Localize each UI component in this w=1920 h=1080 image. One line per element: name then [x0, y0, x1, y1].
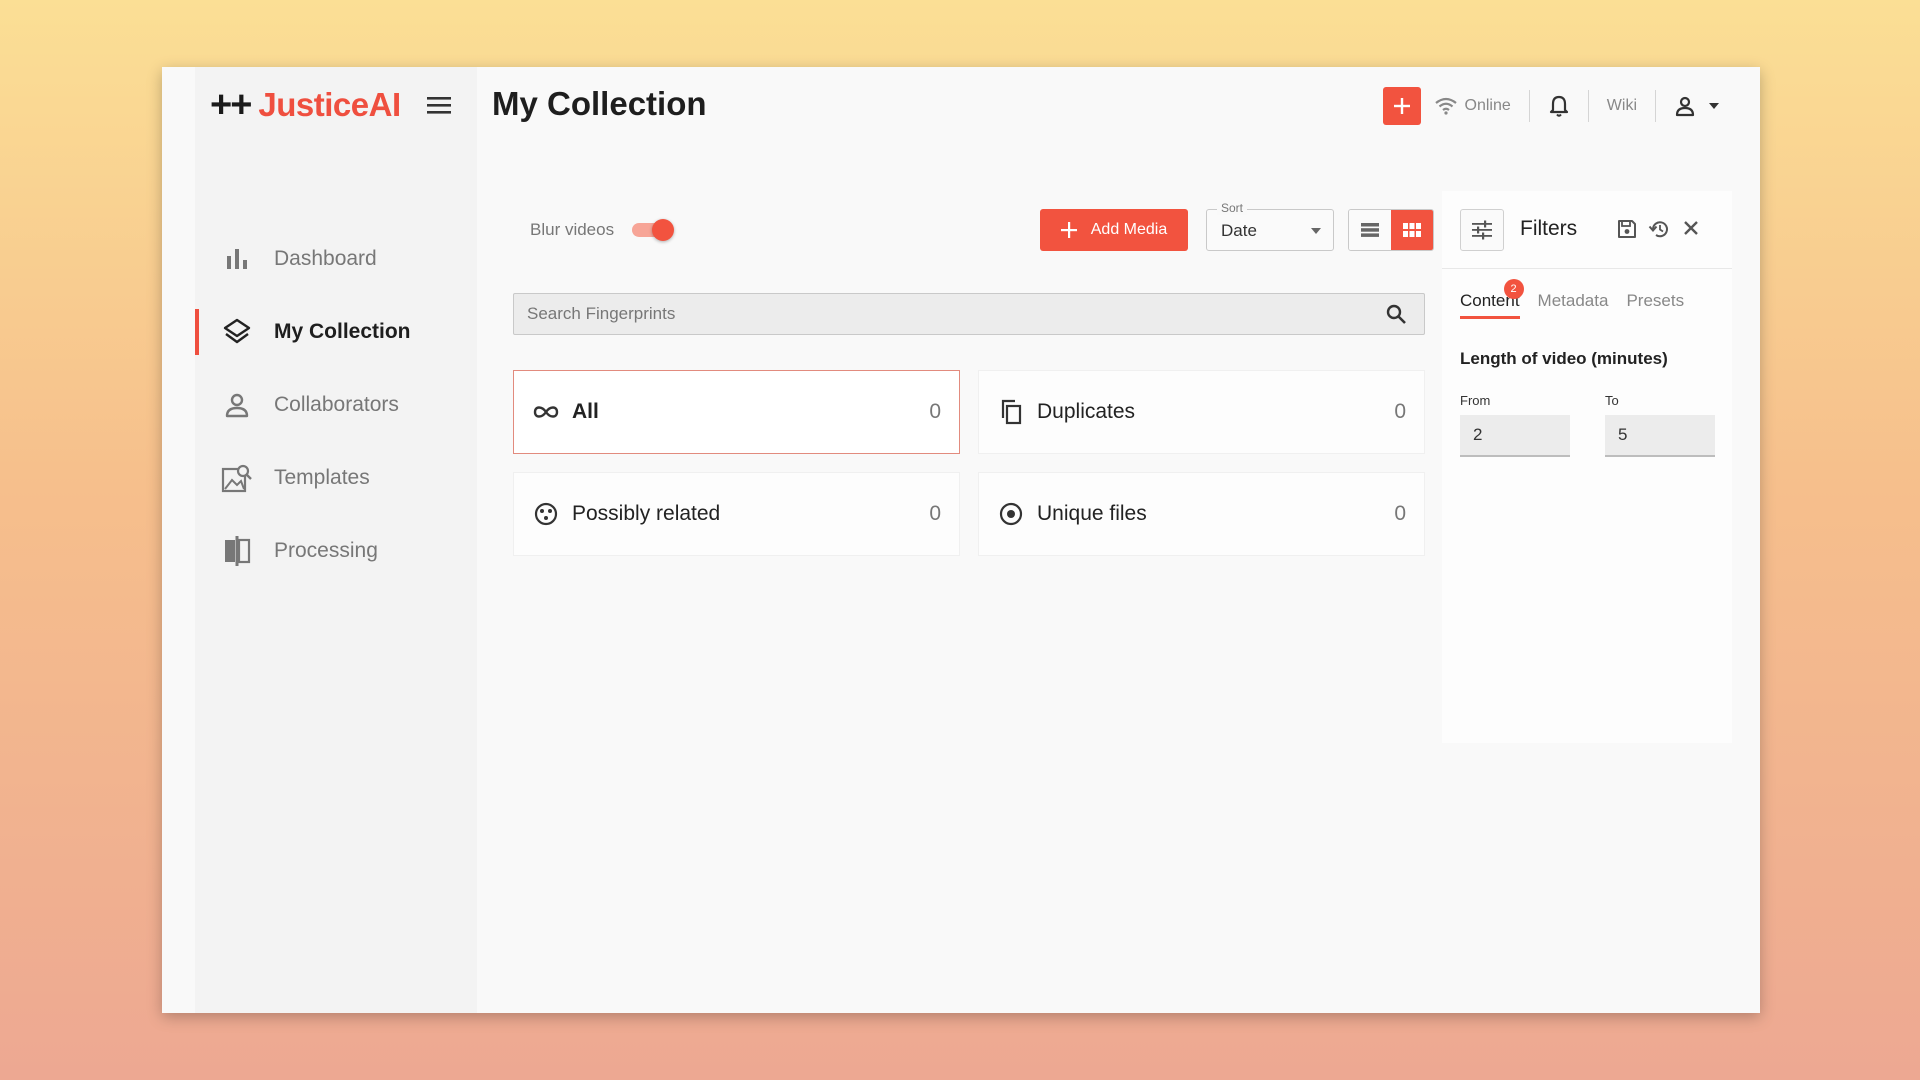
category-card-all[interactable]: All 0: [513, 370, 960, 454]
category-count: 0: [1394, 400, 1406, 423]
top-bar: Online Wiki: [1382, 87, 1720, 125]
category-count: 0: [929, 502, 941, 525]
page-title: My Collection: [492, 85, 707, 122]
layers-icon: [220, 315, 254, 349]
sidebar-item-label: Templates: [274, 465, 370, 489]
category-title: Unique files: [1037, 502, 1147, 525]
chevron-down-icon: [1709, 103, 1719, 109]
user-menu-button[interactable]: [1674, 95, 1720, 117]
search-icon[interactable]: [1386, 304, 1406, 329]
sort-value: Date: [1221, 221, 1257, 240]
dropdown-arrow-icon: [1311, 228, 1321, 234]
radio-icon: [997, 500, 1025, 528]
tab-presets[interactable]: Presets: [1626, 291, 1684, 319]
list-view-button[interactable]: [1349, 210, 1391, 250]
logo-plus: ++: [210, 84, 252, 126]
divider: [1587, 90, 1589, 122]
list-view-icon: [1361, 223, 1379, 237]
grid-view-button[interactable]: [1391, 210, 1433, 250]
add-media-label: Add Media: [1090, 221, 1168, 238]
sidebar-item-label: Processing: [274, 538, 378, 562]
person-icon: [220, 388, 254, 422]
blur-videos-toggle[interactable]: [632, 219, 675, 241]
logo[interactable]: ++ JusticeAI: [210, 85, 401, 125]
from-input[interactable]: [1460, 415, 1570, 457]
sidebar-item-processing[interactable]: Processing: [195, 514, 477, 587]
count-badge: 2: [1503, 279, 1524, 299]
divider: [1655, 90, 1656, 122]
compare-icon: [220, 534, 254, 568]
category-title: Duplicates: [1037, 400, 1136, 423]
copy-icon: [997, 398, 1025, 426]
category-count: 0: [1394, 502, 1406, 525]
infinity-icon: [532, 398, 560, 426]
view-mode-toggle: [1348, 209, 1434, 251]
close-icon[interactable]: [1682, 219, 1700, 242]
related-icon: [532, 500, 560, 528]
video-length-heading: Length of video (minutes): [1460, 349, 1668, 368]
grid-view-icon: [1403, 223, 1421, 237]
blur-videos-label: Blur videos: [530, 220, 615, 239]
filters-title: Filters: [1520, 217, 1578, 240]
filters-tabs: Content 2 Metadata Presets: [1460, 279, 1702, 319]
sidebar-item-label: Dashboard: [274, 246, 377, 270]
filters-panel: Filters Content 2 Metadata Presets Lengt…: [1442, 191, 1732, 743]
divider: [1528, 90, 1530, 122]
user-icon: [1675, 96, 1695, 117]
logo-name: JusticeAI: [258, 86, 401, 123]
app-window: ++ JusticeAI Dashboard My Collection Col…: [162, 67, 1760, 1013]
sidebar-item-label: Collaborators: [274, 392, 399, 416]
save-icon[interactable]: [1617, 219, 1637, 244]
category-title: All: [572, 400, 599, 423]
from-label: From: [1460, 393, 1491, 408]
image-template-icon: [220, 461, 254, 495]
search-bar: [513, 293, 1425, 335]
to-input[interactable]: [1605, 415, 1715, 457]
quick-add-button[interactable]: [1382, 87, 1421, 125]
tab-metadata[interactable]: Metadata: [1538, 291, 1609, 319]
blur-videos-control: Blur videos: [530, 207, 675, 253]
tab-content[interactable]: Content 2: [1460, 279, 1524, 319]
category-card-unique-files[interactable]: Unique files 0: [978, 472, 1425, 556]
sidebar-item-my-collection[interactable]: My Collection: [195, 295, 477, 368]
bar-chart-icon: [220, 242, 254, 276]
filters-header: Filters: [1442, 191, 1732, 269]
tune-icon: [1472, 220, 1492, 240]
to-label: To: [1605, 393, 1619, 408]
filter-settings-button[interactable]: [1460, 209, 1504, 251]
connection-status: Online: [1434, 97, 1511, 115]
sort-select[interactable]: Sort Date: [1206, 201, 1334, 251]
add-media-button[interactable]: Add Media: [1040, 209, 1188, 251]
collection-toolbar: Blur videos Add Media Sort Date: [530, 201, 1442, 253]
sidebar-item-templates[interactable]: Templates: [195, 441, 477, 514]
category-count: 0: [929, 400, 941, 423]
status-text: Online: [1464, 97, 1511, 114]
sort-label: Sort: [1217, 201, 1248, 215]
wiki-link[interactable]: Wiki: [1607, 97, 1637, 115]
tab-label: Metadata: [1537, 291, 1609, 310]
menu-icon[interactable]: [427, 95, 451, 120]
sidebar: ++ JusticeAI Dashboard My Collection Col…: [195, 67, 477, 1013]
category-card-possibly-related[interactable]: Possibly related 0: [513, 472, 960, 556]
reset-icon[interactable]: [1648, 219, 1670, 244]
plus-icon: [1060, 222, 1077, 238]
bell-icon[interactable]: [1548, 94, 1570, 118]
wifi-icon: [1434, 97, 1457, 115]
sidebar-nav: Dashboard My Collection Collaborators Te…: [195, 222, 477, 587]
sidebar-item-dashboard[interactable]: Dashboard: [195, 222, 477, 295]
sidebar-item-label: My Collection: [274, 319, 411, 343]
tab-label: Presets: [1626, 291, 1685, 310]
category-title: Possibly related: [572, 502, 721, 525]
category-card-duplicates[interactable]: Duplicates 0: [978, 370, 1425, 454]
sidebar-item-collaborators[interactable]: Collaborators: [195, 368, 477, 441]
search-input[interactable]: [514, 294, 1374, 334]
